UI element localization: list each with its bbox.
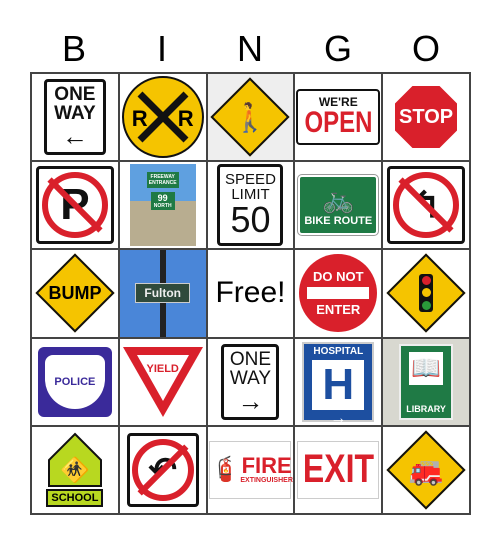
school-pentagon-icon: 🚸 bbox=[47, 432, 102, 488]
bingo-header: B I N G O bbox=[30, 28, 470, 70]
cell-railroad-crossing[interactable]: R R bbox=[118, 73, 207, 162]
cell-police[interactable]: POLICE bbox=[31, 337, 119, 426]
svg-text:🚸: 🚸 bbox=[60, 456, 90, 484]
sign-text: ONE bbox=[54, 84, 96, 106]
cell-fire-truck[interactable]: 🚒 bbox=[382, 425, 470, 514]
header-letter: I bbox=[156, 28, 167, 69]
header-letter: G bbox=[323, 28, 352, 69]
sign-text: FIRE bbox=[241, 453, 292, 479]
cell-no-parking[interactable]: P bbox=[31, 161, 119, 250]
cell-stop[interactable]: STOP bbox=[382, 73, 470, 162]
cell-freeway-entrance[interactable]: FREEWAY ENTRANCE 99 NORTH bbox=[118, 161, 207, 250]
fire-extinguisher-icon: 🧯 bbox=[210, 456, 241, 484]
sign-text: NORTH bbox=[153, 203, 172, 210]
pedestrian-icon: 🚶 bbox=[233, 101, 268, 133]
yield-sign-icon bbox=[122, 346, 203, 417]
sign-text: STOP bbox=[399, 105, 454, 128]
cell-library[interactable]: 📖 LIBRARY bbox=[382, 337, 470, 426]
header-letter: N bbox=[237, 28, 263, 69]
sign-text: SPEED bbox=[225, 171, 276, 189]
cell-no-left-turn[interactable]: ↰ bbox=[382, 161, 470, 250]
arrow-right-icon: → bbox=[237, 385, 264, 416]
cell-were-open[interactable]: WE'RE OPEN bbox=[294, 73, 383, 162]
sign-text: EXIT bbox=[302, 447, 374, 492]
street-name: Fulton bbox=[144, 286, 182, 301]
cell-one-way-right[interactable]: ONE WAY → bbox=[206, 337, 295, 426]
traffic-light-icon bbox=[419, 274, 434, 313]
cell-one-way-left[interactable]: ONE WAY ← bbox=[31, 73, 119, 162]
header-letter: B bbox=[61, 28, 86, 69]
cell-bike-route[interactable]: 🚲 BIKE ROUTE bbox=[294, 161, 383, 250]
cell-speed-limit[interactable]: SPEED LIMIT 50 bbox=[206, 161, 295, 250]
cell-fulton-street[interactable]: Fulton bbox=[118, 249, 207, 338]
sign-text: WAY bbox=[229, 367, 272, 389]
arrow-left-icon: ← bbox=[61, 121, 88, 152]
sign-text: 50 bbox=[230, 199, 271, 241]
cell-fire-extinguisher[interactable]: 🧯 FIRE EXTINGUISHER bbox=[206, 425, 295, 514]
cell-hospital[interactable]: HOSPITAL H → bbox=[294, 337, 383, 426]
sign-text: R bbox=[131, 106, 148, 132]
white-bar bbox=[307, 287, 370, 300]
sign-text: R bbox=[177, 106, 194, 132]
sign-text: LIBRARY bbox=[406, 403, 446, 414]
free-space-label: Free! bbox=[215, 276, 286, 310]
arrow-right-icon: → bbox=[330, 409, 347, 426]
header-letter: O bbox=[411, 28, 440, 69]
sign-text: EXTINGUISHER bbox=[240, 477, 293, 485]
reader-icon: 📖 bbox=[409, 351, 444, 385]
sign-text: DO NOT bbox=[313, 269, 364, 285]
sign-text: HOSPITAL bbox=[313, 345, 364, 357]
sign-text: BUMP bbox=[48, 282, 102, 303]
sign-text: POLICE bbox=[54, 375, 96, 388]
cell-yield[interactable]: YIELD bbox=[118, 337, 207, 426]
sign-text: ONE bbox=[229, 348, 272, 370]
cell-traffic-signal[interactable] bbox=[382, 249, 470, 338]
cell-school-crossing[interactable]: 🚸 SCHOOL bbox=[31, 425, 119, 514]
sign-text: BIKE ROUTE bbox=[304, 214, 373, 227]
cell-no-u-turn[interactable]: ↶ bbox=[118, 425, 207, 514]
bingo-grid: ONE WAY ← R R 🚶 WE'RE OPEN STOP P FREEWA… bbox=[30, 72, 471, 515]
sign-text: YIELD bbox=[146, 362, 179, 375]
cell-exit[interactable]: EXIT bbox=[294, 425, 383, 514]
sign-text: ENTRANCE bbox=[148, 180, 177, 187]
sign-text: 99 bbox=[157, 193, 168, 204]
cell-bump[interactable]: BUMP bbox=[31, 249, 119, 338]
cell-pedestrian[interactable]: 🚶 bbox=[206, 73, 295, 162]
fire-truck-icon: 🚒 bbox=[408, 454, 444, 486]
sign-text: H bbox=[312, 359, 365, 410]
bicycle-icon: 🚲 bbox=[322, 183, 355, 214]
cell-do-not-enter[interactable]: DO NOT ENTER bbox=[294, 249, 383, 338]
sign-text: OPEN bbox=[304, 106, 373, 140]
sign-text: SCHOOL bbox=[46, 489, 104, 508]
cell-free-space[interactable]: Free! bbox=[206, 249, 295, 338]
sign-text: ENTER bbox=[316, 302, 361, 318]
